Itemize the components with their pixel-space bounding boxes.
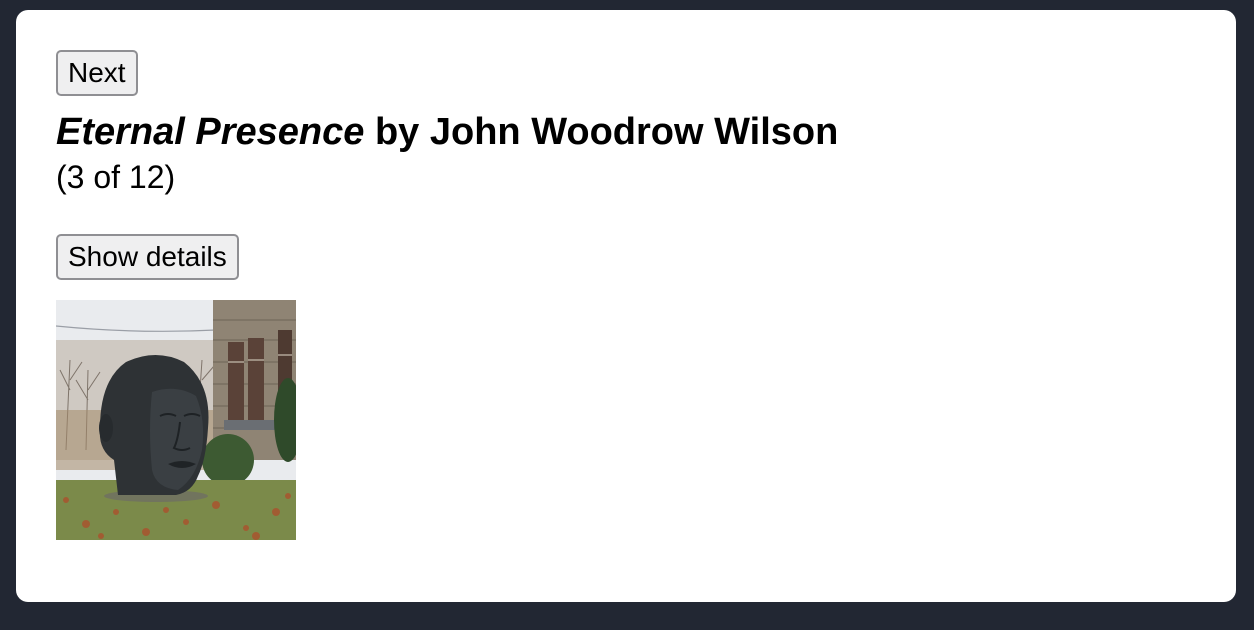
artwork-counter: (3 of 12) xyxy=(56,159,176,195)
gallery-card: Next Eternal Presence by John Woodrow Wi… xyxy=(16,10,1236,602)
artwork-heading: Eternal Presence by John Woodrow Wilson xyxy=(56,108,1196,156)
next-button[interactable]: Next xyxy=(56,50,138,96)
artwork-artist: by John Woodrow Wilson xyxy=(364,111,839,153)
artwork-title: Eternal Presence xyxy=(56,111,365,153)
artwork-image xyxy=(56,300,296,540)
show-details-button[interactable]: Show details xyxy=(56,234,239,280)
